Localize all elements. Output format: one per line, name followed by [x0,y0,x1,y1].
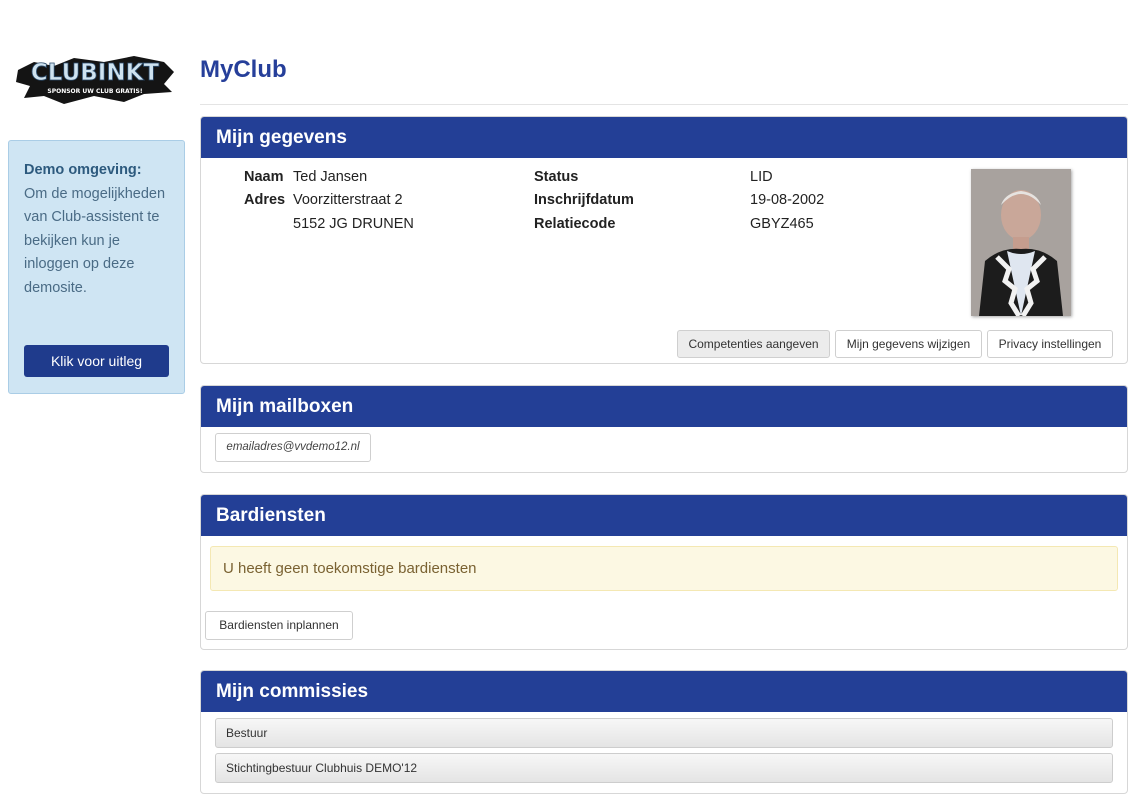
logo-text: CLUBINKT [31,60,160,86]
title-divider [200,104,1128,105]
commissie-item[interactable]: Bestuur [215,718,1113,748]
commissie-item[interactable]: Stichtingbestuur Clubhuis DEMO'12 [215,753,1113,783]
demo-info-box: Demo omgeving: Om de mogelijkheden van C… [8,140,185,394]
clubinkt-logo[interactable]: CLUBINKT SPONSOR UW CLUB GRATIS! [14,48,176,106]
logo-tagline: SPONSOR UW CLUB GRATIS! [47,88,142,95]
adres-line-2: 5152 JG DRUNEN [293,216,414,232]
naam-value: Ted Jansen [293,169,368,185]
panel-mijn-gegevens: Mijn gegevens Naam Ted Jansen Adres Voor… [200,116,1128,364]
page-title: MyClub [200,56,287,83]
demo-text: Om de mogelijkheden van Club-assistent t… [24,185,166,296]
gegevens-wijzigen-button[interactable]: Mijn gegevens wijzigen [835,330,982,358]
bardiensten-inplannen-button[interactable]: Bardiensten inplannen [205,611,353,640]
profile-photo [971,169,1071,316]
status-label: Status [534,169,579,185]
panel-bardiensten: Bardiensten U heeft geen toekomstige bar… [200,494,1128,650]
privacy-button[interactable]: Privacy instellingen [987,330,1113,358]
inschrijfdatum-value: 19-08-2002 [750,192,825,208]
competenties-button[interactable]: Competenties aangeven [677,330,830,358]
demo-title: Demo omgeving: [24,162,142,178]
panel-heading: Bardiensten [201,495,1127,536]
panel-mijn-commissies: Mijn commissies Bestuur Stichtingbestuur… [200,670,1128,794]
uitleg-button[interactable]: Klik voor uitleg [24,345,169,377]
adres-line-1: Voorzitterstraat 2 [293,192,403,208]
adres-label: Adres [244,192,286,208]
panel-heading: Mijn commissies [201,671,1127,712]
bardiensten-alert: U heeft geen toekomstige bardiensten [210,546,1118,591]
panel-mijn-mailboxen: Mijn mailboxen emailadres@vvdemo12.nl [200,385,1128,473]
mailbox-button[interactable]: emailadres@vvdemo12.nl [215,433,371,462]
relatiecode-label: Relatiecode [534,216,616,232]
panel-heading: Mijn mailboxen [201,386,1127,427]
relatiecode-value: GBYZ465 [750,216,814,232]
status-value: LID [750,169,773,185]
naam-label: Naam [244,169,284,185]
panel-heading: Mijn gegevens [201,117,1127,158]
inschrijfdatum-label: Inschrijfdatum [534,192,634,208]
